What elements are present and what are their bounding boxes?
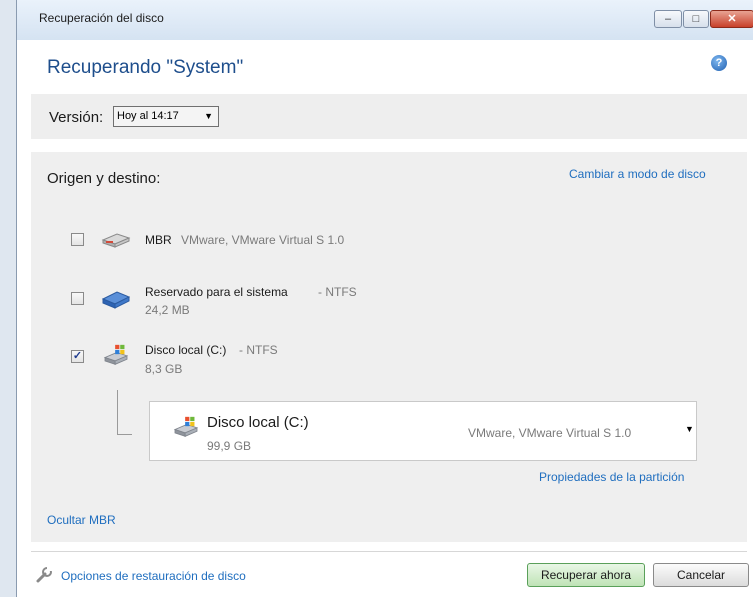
local-disk-c-size: 8,3 GB xyxy=(145,362,183,376)
mbr-name: MBR xyxy=(145,233,172,247)
help-icon[interactable]: ? xyxy=(711,55,727,71)
mbr-device: VMware, VMware Virtual S 1.0 xyxy=(181,233,345,247)
reserved-partition-checkbox[interactable] xyxy=(71,292,84,305)
local-disk-c-checkbox[interactable]: ✓ xyxy=(71,350,84,363)
wrench-icon xyxy=(36,567,52,583)
recovery-window: Recuperación del disco ‒ □ ✕ Recuperando… xyxy=(16,0,753,597)
version-dropdown[interactable]: Hoy al 14:17 ▼ xyxy=(113,106,219,127)
title-bar: Recuperación del disco ‒ □ ✕ xyxy=(17,0,753,40)
windows-disk-icon xyxy=(173,416,199,437)
partition-properties-link[interactable]: Propiedades de la partición xyxy=(539,470,684,484)
hard-disk-icon xyxy=(101,291,131,309)
page-title: Recuperando "System" xyxy=(47,57,244,78)
cancel-button[interactable]: Cancelar xyxy=(653,563,749,587)
recover-now-button[interactable]: Recuperar ahora xyxy=(527,563,645,587)
maximize-button[interactable]: □ xyxy=(683,10,709,28)
mbr-checkbox[interactable] xyxy=(71,233,84,246)
tree-connector xyxy=(117,390,132,435)
version-selected-value: Hoy al 14:17 xyxy=(117,110,179,122)
chevron-down-icon: ▼ xyxy=(685,424,694,434)
version-label: Versión: xyxy=(49,109,104,126)
target-device-name: VMware, VMware Virtual S 1.0 xyxy=(468,426,632,440)
section-title: Origen y destino: xyxy=(47,170,161,187)
target-partition-size: 99,9 GB xyxy=(207,439,252,453)
switch-to-disk-mode-link[interactable]: Cambiar a modo de disco xyxy=(569,167,706,181)
windows-disk-icon xyxy=(103,344,129,365)
local-disk-c-fs: - NTFS xyxy=(239,343,278,357)
reserved-partition-fs: - NTFS xyxy=(318,285,357,299)
target-partition-name: Disco local (C:) xyxy=(207,414,309,431)
hide-mbr-link[interactable]: Ocultar MBR xyxy=(47,513,116,527)
footer-divider xyxy=(31,551,747,552)
local-disk-c-name: Disco local (C:) xyxy=(145,343,227,357)
close-button[interactable]: ✕ xyxy=(710,10,753,28)
reserved-partition-size: 24,2 MB xyxy=(145,303,190,317)
window-title: Recuperación del disco xyxy=(39,11,164,25)
chevron-down-icon: ▼ xyxy=(204,111,213,121)
minimize-button[interactable]: ‒ xyxy=(654,10,682,28)
mbr-disk-icon xyxy=(101,233,131,248)
disk-restore-options-link[interactable]: Opciones de restauración de disco xyxy=(61,569,246,583)
reserved-partition-name: Reservado para el sistema xyxy=(145,285,288,299)
